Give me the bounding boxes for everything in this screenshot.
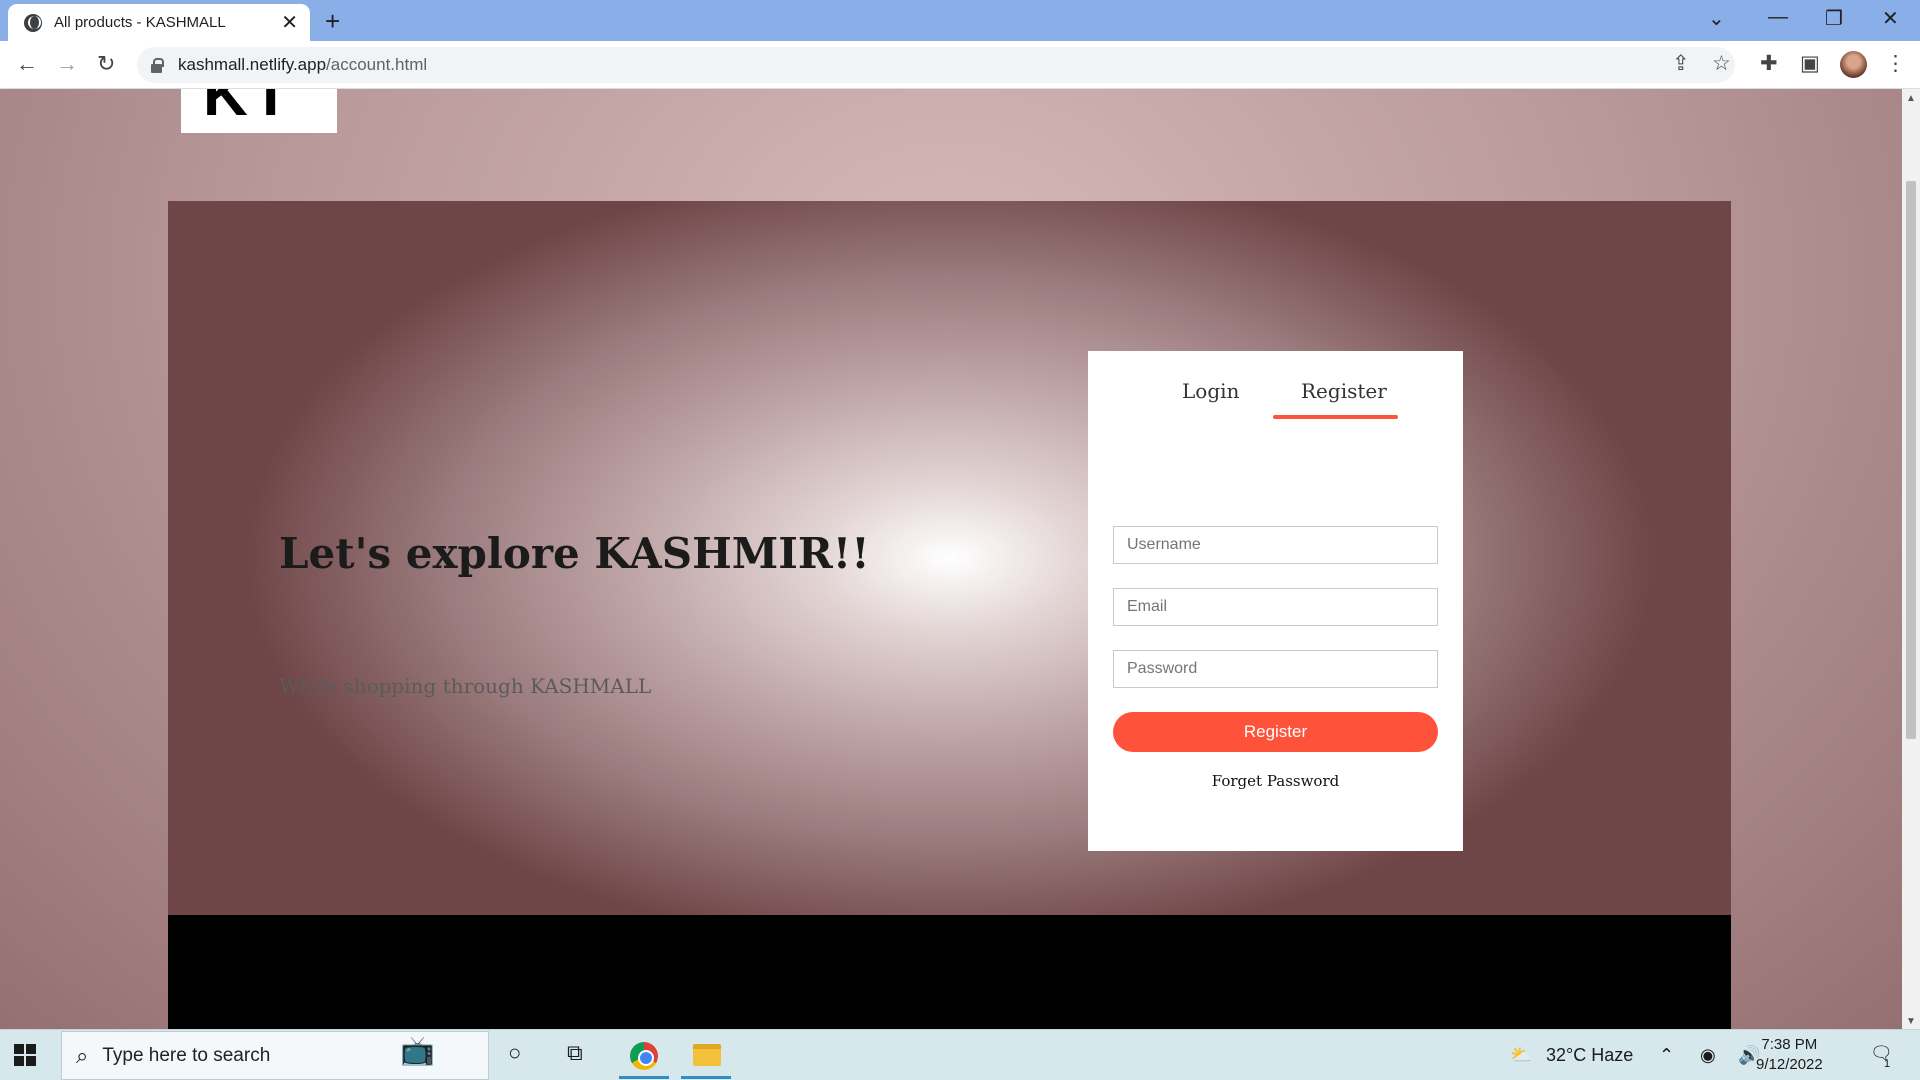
tab-register[interactable]: Register: [1301, 379, 1387, 403]
side-panel-icon[interactable]: ▣: [1800, 51, 1820, 76]
search-icon: ⌕: [76, 1042, 89, 1068]
password-field[interactable]: [1113, 650, 1438, 688]
clock-date: 9/12/2022: [1756, 1056, 1823, 1073]
scroll-down-icon[interactable]: ▼: [1906, 1016, 1916, 1027]
hero-section: Let's explore KASHMIR!! While shopping t…: [168, 201, 1731, 915]
footer-section: [168, 915, 1731, 1029]
file-explorer-icon[interactable]: [693, 1044, 721, 1066]
hero-headline: Let's explore KASHMIR!!: [279, 529, 870, 578]
tab-login[interactable]: Login: [1182, 379, 1239, 403]
hero-subline: While shopping through KASHMALL: [279, 674, 652, 698]
browser-tab[interactable]: All products - KASHMALL ✕: [8, 4, 310, 41]
scroll-up-icon[interactable]: ▲: [1906, 93, 1916, 104]
restore-icon[interactable]: ❐: [1825, 6, 1843, 31]
url-path: /account.html: [326, 55, 428, 74]
browser-toolbar: ← → ↻ kashmall.netlify.app/account.html …: [0, 41, 1920, 89]
taskbar-search-placeholder: Type here to search: [102, 1044, 271, 1066]
tab-title: All products - KASHMALL: [54, 14, 226, 31]
task-view-icon[interactable]: ⧉: [567, 1040, 583, 1066]
site-logo[interactable]: KT: [181, 89, 337, 133]
tab-search-chevron-icon[interactable]: ⌄: [1708, 6, 1725, 31]
email-field[interactable]: [1113, 588, 1438, 626]
taskbar-search[interactable]: ⌕ Type here to search 📺: [61, 1031, 489, 1080]
address-bar[interactable]: kashmall.netlify.app/account.html: [137, 47, 1735, 83]
close-tab-icon[interactable]: ✕: [281, 10, 298, 35]
windows-start-icon[interactable]: [14, 1044, 36, 1066]
register-button[interactable]: Register: [1113, 712, 1438, 752]
notification-count: 1: [1884, 1058, 1891, 1070]
share-icon[interactable]: ⇪: [1672, 51, 1690, 76]
logo-text: KT: [203, 89, 294, 129]
new-tab-icon[interactable]: +: [325, 6, 340, 37]
weather-icon[interactable]: ⛅: [1510, 1045, 1532, 1066]
profile-avatar[interactable]: [1840, 51, 1867, 78]
chrome-active-indicator: [619, 1076, 669, 1079]
username-field[interactable]: [1113, 526, 1438, 564]
url-host: kashmall.netlify.app: [178, 55, 327, 74]
system-clock[interactable]: 7:38 PM 9/12/2022: [1756, 1035, 1823, 1075]
tray-chevron-icon[interactable]: ⌃: [1659, 1045, 1674, 1066]
forward-icon[interactable]: →: [56, 51, 78, 77]
close-window-icon[interactable]: ✕: [1882, 6, 1899, 31]
form-tabs: Login Register: [1088, 379, 1463, 419]
account-form-container: Login Register Register Forget Password: [1088, 351, 1463, 851]
globe-icon: [24, 13, 42, 32]
browser-tab-bar: All products - KASHMALL ✕ + ⌄ — ❐ ✕: [0, 0, 1920, 41]
active-tab-indicator: [1273, 415, 1398, 419]
chrome-icon[interactable]: [630, 1042, 658, 1070]
windows-taskbar: ⌕ Type here to search 📺 ○ ⧉ ⛅ 32°C Haze …: [0, 1029, 1920, 1080]
scrollbar-thumb[interactable]: [1906, 181, 1916, 739]
antivirus-icon[interactable]: ◉: [1700, 1045, 1716, 1066]
menu-kebab-icon[interactable]: ⋮: [1885, 51, 1906, 76]
reload-icon[interactable]: ↻: [97, 51, 115, 77]
explorer-active-indicator: [681, 1076, 731, 1079]
cortana-icon[interactable]: ○: [508, 1040, 521, 1066]
back-icon[interactable]: ←: [16, 51, 38, 77]
minimize-icon[interactable]: —: [1768, 6, 1788, 29]
search-highlight-tv-icon: 📺: [400, 1035, 435, 1066]
page-viewport: KT Let's explore KASHMIR!! While shoppin…: [0, 89, 1902, 1029]
clock-time: 7:38 PM: [1761, 1036, 1818, 1053]
lock-icon: [151, 57, 164, 73]
page-scrollbar[interactable]: ▲ ▼: [1902, 89, 1920, 1029]
weather-text[interactable]: 32°C Haze: [1546, 1045, 1633, 1066]
bookmark-star-icon[interactable]: ☆: [1712, 51, 1731, 76]
extensions-puzzle-icon[interactable]: ✚: [1760, 51, 1778, 76]
forgot-password-link[interactable]: Forget Password: [1088, 772, 1463, 790]
